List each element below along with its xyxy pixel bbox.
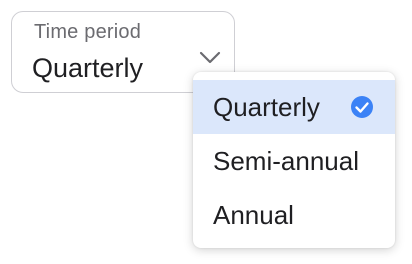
check-circle-icon (351, 96, 373, 118)
option-semi-annual[interactable]: Semi-annual (193, 134, 395, 188)
chevron-down-icon[interactable] (197, 48, 223, 66)
option-quarterly[interactable]: Quarterly (193, 80, 395, 134)
dropdown-menu: Quarterly Semi-annual Annual (193, 72, 395, 248)
select-label: Time period (34, 21, 142, 43)
option-label: Semi-annual (213, 146, 359, 176)
option-label: Annual (213, 200, 294, 230)
option-label: Quarterly (213, 92, 320, 122)
select-value: Quarterly (32, 53, 144, 83)
option-annual[interactable]: Annual (193, 188, 395, 242)
